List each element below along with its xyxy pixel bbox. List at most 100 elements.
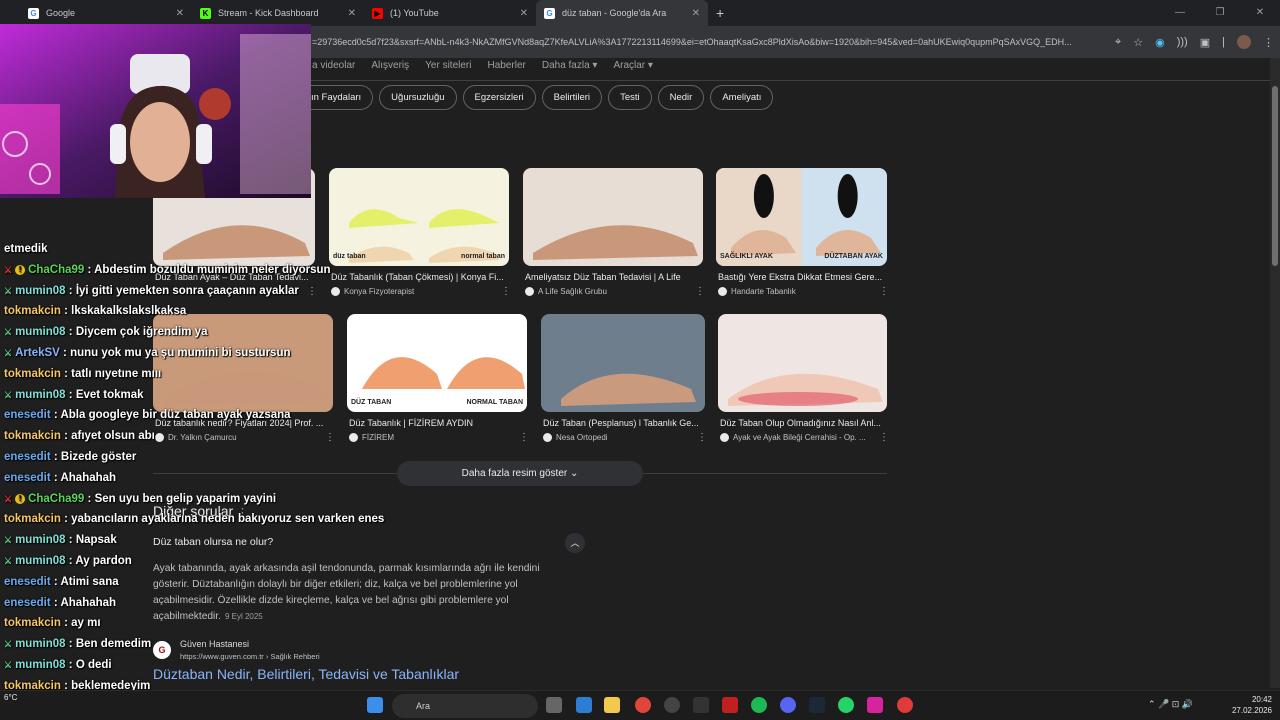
close-tab-icon[interactable]: ✕ [692,8,700,19]
chat-username[interactable]: enesedit [4,576,51,588]
store-icon[interactable] [576,697,592,713]
image-source[interactable]: Ayak ve Ayak Bileği Cerrahisi - Op. ... [720,433,866,442]
image-source[interactable]: A Life Sağlık Grubu [525,287,607,296]
app-icon[interactable] [664,697,680,713]
related-chip[interactable]: Egzersizleri [462,85,536,110]
netflix-icon[interactable] [722,697,738,713]
chevron-up-icon[interactable]: ︿ [565,533,585,553]
location-icon[interactable]: ⌖ [1115,36,1121,49]
image-source[interactable]: Handarte Tabanlık [718,287,796,296]
more-options-icon[interactable]: ⋮ [519,432,529,443]
windows-start-icon[interactable] [367,697,383,713]
chat-username[interactable]: enesedit [4,409,51,421]
menu-icon[interactable]: ⋮ [1263,36,1274,49]
new-tab-button[interactable]: + [716,0,724,26]
close-window-icon[interactable]: ✕ [1240,0,1280,26]
steam-icon[interactable] [809,697,825,713]
chat-username[interactable]: mumin08 [15,534,66,546]
result-site-name[interactable]: Güven Hastanesi [180,639,249,649]
image-caption[interactable]: Bastığı Yere Ekstra Dikkat Etmesi Gere..… [718,272,887,282]
file-explorer-icon[interactable] [604,697,620,713]
browser-tab[interactable]: ▶ (1) YouTube ✕ [364,0,536,26]
image-source[interactable]: Dr. Yalkın Çamurcu [155,433,237,442]
close-tab-icon[interactable]: ✕ [348,8,356,19]
discord-icon[interactable] [780,697,796,713]
search-tab[interactable]: Yer siteleri [425,60,471,74]
chat-username[interactable]: mumin08 [15,285,66,297]
related-chip[interactable]: Ameliyatı [710,85,774,110]
extension-icon[interactable]: ◉ [1155,36,1165,49]
browser-tab[interactable]: Gdüz taban - Google'da Ara ✕ [536,0,708,26]
maximize-icon[interactable]: ❐ [1200,0,1240,26]
related-chip[interactable]: Testi [608,85,652,110]
image-caption[interactable]: Düz Taban (Pesplanus) l Tabanlık Ge... [543,418,705,428]
chat-username[interactable]: enesedit [4,451,51,463]
result-title-link[interactable]: Düztaban Nedir, Belirtileri, Tedavisi ve… [153,666,459,682]
chat-username[interactable]: ChaCha99 [28,264,84,276]
more-options-icon[interactable]: ⋮ [325,432,335,443]
search-tab[interactable]: Haberler [487,60,525,74]
scrollbar[interactable] [1270,58,1280,688]
avatar[interactable] [1237,35,1251,49]
chat-username[interactable]: tokmakcin [4,368,61,380]
weather-widget[interactable]: 6°C [4,693,17,703]
chat-username[interactable]: enesedit [4,472,51,484]
more-images-button[interactable]: Daha fazla resim göster ⌄ [397,461,643,486]
search-tab[interactable]: a videolar [312,60,355,74]
image-thumbnail[interactable]: DÜZ TABAN NORMAL TABAN [347,314,527,412]
paa-question[interactable]: Düz taban olursa ne olur? [153,536,273,548]
image-caption[interactable]: Düz Tabanlık (Taban Çökmesi) | Konya Fi.… [331,272,509,282]
image-caption[interactable]: Düz Tabanlık | FİZİREM AYDIN [349,418,527,428]
chat-username[interactable]: mumin08 [15,659,66,671]
tray-icons[interactable]: ⌃ 🎤 ⊡ 🔊 [1148,699,1193,710]
chat-username[interactable]: tokmakcin [4,305,61,317]
more-options-icon[interactable]: ⋮ [501,286,511,297]
image-thumbnail[interactable] [718,314,887,412]
url-field[interactable]: =29736ecd0c5d7f23&sxsrf=ANbL-n4k3-NkAZMf… [312,26,1087,58]
more-options-icon[interactable]: ⋮ [697,432,707,443]
chat-username[interactable]: tokmakcin [4,430,61,442]
more-options-icon[interactable]: ⋮ [695,286,705,297]
search-tab[interactable]: Araçlar ▾ [613,60,652,74]
image-source[interactable]: FİZİREM [349,433,394,442]
result-url[interactable]: https://www.guven.com.tr › Sağlık Rehber… [180,652,320,661]
spotify-icon[interactable] [751,697,767,713]
scrollbar-thumb[interactable] [1272,86,1278,266]
browser-tab[interactable]: G Google ✕ [20,0,192,26]
image-caption[interactable]: Düz Taban Olup Olmadığınız Nasıl Anl... [720,418,887,428]
search-tab[interactable]: Alışveriş [371,60,409,74]
more-options-icon[interactable]: ⋮ [879,432,889,443]
chat-username[interactable]: ArtekSV [15,347,60,359]
related-chip[interactable]: Belirtileri [541,85,603,110]
bookmark-star-icon[interactable]: ☆ [1133,36,1143,49]
image-thumbnail[interactable] [523,168,703,266]
taskbar-search[interactable]: Ara [392,694,538,718]
related-chip[interactable]: Nedir [657,85,705,110]
more-options-icon[interactable]: ⋮ [879,286,889,297]
related-chip[interactable]: Uğursuzluğu [379,85,457,110]
close-tab-icon[interactable]: ✕ [520,8,528,19]
minimize-icon[interactable]: — [1160,0,1200,26]
chat-username[interactable]: mumin08 [15,326,66,338]
chrome-icon[interactable] [635,697,651,713]
search-tab[interactable]: Daha fazla ▾ [542,60,598,74]
chat-username[interactable]: tokmakcin [4,513,61,525]
chat-username[interactable]: enesedit [4,597,51,609]
clock[interactable]: 20:42 27.02.2026 [1232,694,1272,716]
image-thumbnail[interactable]: SAĞLIKLI AYAK DÜZTABAN AYAK [716,168,887,266]
capcut-icon[interactable] [693,697,709,713]
image-source[interactable]: Konya Fizyoterapist [331,287,414,296]
more-options-icon[interactable]: ⋮ [307,286,317,297]
image-source[interactable]: Nesa Ortopedi [543,433,608,442]
chat-username[interactable]: mumin08 [15,555,66,567]
image-thumbnail[interactable]: düz taban normal taban [329,168,509,266]
task-view-icon[interactable] [546,697,562,713]
image-caption[interactable]: Ameliyatsız Düz Taban Tedavisi | A Life [525,272,703,282]
chat-username[interactable]: mumin08 [15,638,66,650]
whatsapp-icon[interactable] [838,697,854,713]
instagram-icon[interactable] [867,697,883,713]
broadcast-icon[interactable]: ))) [1177,36,1188,48]
chat-username[interactable]: ChaCha99 [28,493,84,505]
image-thumbnail[interactable] [541,314,705,412]
recorder-icon[interactable] [897,697,913,713]
